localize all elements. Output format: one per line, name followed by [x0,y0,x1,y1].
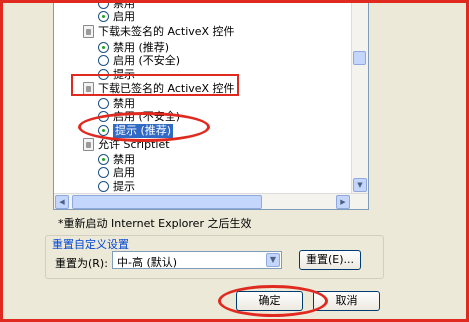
reset-level-select[interactable]: 中-高 (默认) ▼ [112,251,282,269]
radio-button[interactable] [98,98,109,109]
cancel-button[interactable]: 取消 [313,291,380,311]
radio-label: 提示 [113,180,135,193]
scroll-left-arrow-icon[interactable]: ◀ [55,195,69,209]
radio-button[interactable] [98,69,109,80]
radio-button[interactable] [98,167,109,178]
radio-button[interactable] [98,154,109,165]
radio-label: 启用 (不安全) [113,110,181,123]
radio-label: 提示 [113,68,135,81]
reset-to-label: 重置为(R): [55,257,108,270]
scroll-thumb[interactable] [353,51,366,65]
group-label: 下载未签名的 ActiveX 控件 [98,25,235,38]
settings-page-icon [83,25,94,38]
settings-page-icon [83,138,94,151]
select-value: 中-高 (默认) [117,256,178,269]
security-settings-tree: 禁用 启用 下载未签名的 ActiveX 控件 禁用 (推荐) 启用 (不安全)… [53,3,369,210]
vertical-scrollbar[interactable]: ▼ [351,3,368,193]
group-label: 允许 Scriptlet [98,138,170,151]
scroll-thumb[interactable] [72,195,262,209]
scroll-down-arrow-icon[interactable]: ▼ [353,178,367,192]
ok-button[interactable]: 确定 [236,291,303,311]
settings-page-icon [83,82,94,95]
radio-button[interactable] [98,125,109,136]
chevron-down-icon[interactable]: ▼ [266,253,280,267]
radio-label: 禁用 (推荐) [113,41,170,54]
scroll-right-arrow-icon[interactable]: ▶ [336,195,350,209]
reset-group-title: 重置自定义设置 [49,236,132,252]
horizontal-scrollbar[interactable]: ◀ ▶ [54,193,368,209]
dialog-frame: 禁用 启用 下载未签名的 ActiveX 控件 禁用 (推荐) 启用 (不安全)… [0,0,469,322]
radio-button[interactable] [98,181,109,192]
radio-label: 启用 [113,10,135,23]
radio-button[interactable] [98,11,109,22]
radio-button[interactable] [98,42,109,53]
group-label: 下载已签名的 ActiveX 控件 [98,82,235,95]
radio-label: 禁用 [113,153,135,166]
radio-label: 启用 [113,166,135,179]
restart-note: *重新启动 Internet Explorer 之后生效 [58,217,252,230]
radio-label: 禁用 [113,97,135,110]
radio-label: 启用 (不安全) [113,54,181,67]
radio-button[interactable] [98,111,109,122]
radio-button[interactable] [98,3,109,9]
radio-label: 提示 (推荐) [113,124,174,138]
radio-button[interactable] [98,55,109,66]
reset-button[interactable]: 重置(E)... [299,250,361,270]
